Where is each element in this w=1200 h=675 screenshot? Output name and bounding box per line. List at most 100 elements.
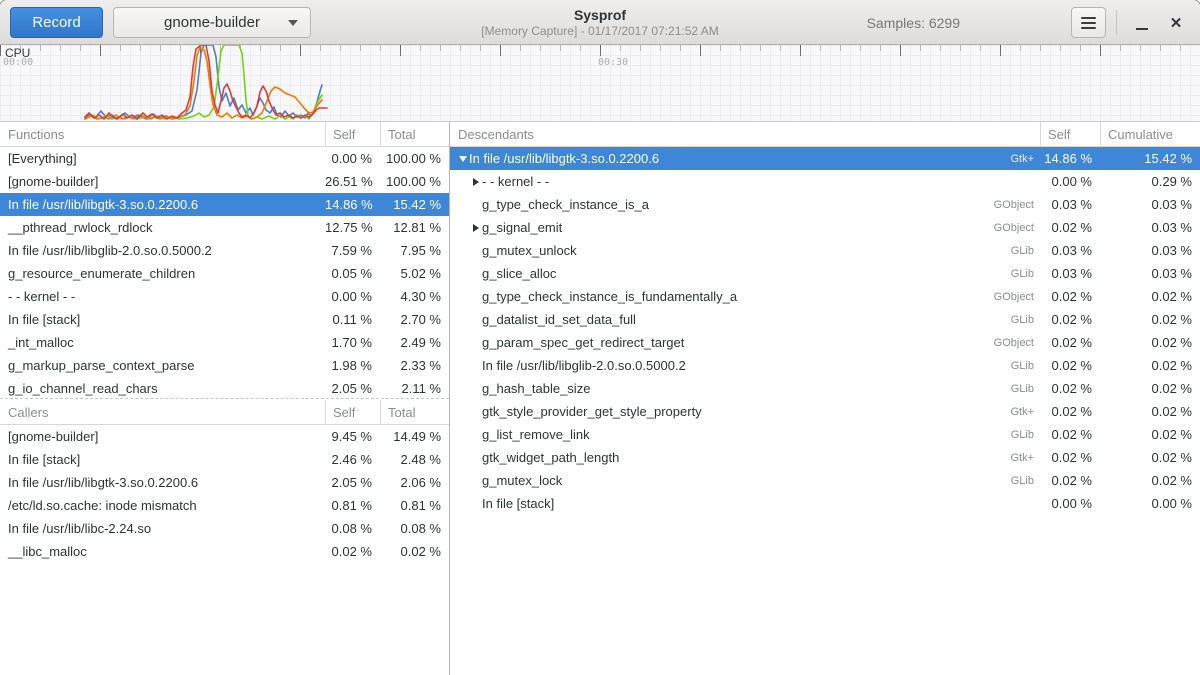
library-category-label: GLib — [1011, 360, 1034, 372]
total-value: 2.06 % — [380, 475, 449, 490]
total-column-header[interactable]: Total — [380, 122, 449, 146]
table-row[interactable]: [gnome-builder]9.45 %14.49 % — [0, 425, 449, 448]
tree-row[interactable]: g_mutex_unlockGLib0.03 %0.03 % — [450, 239, 1200, 262]
target-process-dropdown[interactable]: gnome-builder — [113, 7, 311, 38]
self-value: 2.46 % — [325, 452, 380, 467]
table-row[interactable]: In file /usr/lib/libglib-2.0.so.0.5000.2… — [0, 239, 449, 262]
close-icon: ✕ — [1170, 14, 1183, 32]
function-name-text: g_list_remove_link — [482, 427, 590, 442]
function-name: g_io_channel_read_chars — [0, 377, 325, 398]
tree-row[interactable]: gtk_style_provider_get_style_propertyGtk… — [450, 400, 1200, 423]
descendants-column-header[interactable]: Descendants — [450, 122, 1040, 146]
expander-spacer — [469, 244, 482, 257]
table-row[interactable]: In file /usr/lib/libgtk-3.so.0.2200.614.… — [0, 193, 449, 216]
tree-row[interactable]: g_mutex_lockGLib0.02 %0.02 % — [450, 469, 1200, 492]
cumulative-value: 0.03 % — [1100, 243, 1200, 258]
table-row[interactable]: In file [stack]0.11 %2.70 % — [0, 308, 449, 331]
library-category-label: Gtk+ — [1010, 452, 1034, 464]
table-row[interactable]: In file [stack]2.46 %2.48 % — [0, 448, 449, 471]
function-name-text: g_param_spec_get_redirect_target — [482, 335, 684, 350]
total-value: 4.30 % — [380, 289, 449, 304]
expander-spacer — [469, 267, 482, 280]
tree-row[interactable]: g_datalist_id_set_data_fullGLib0.02 %0.0… — [450, 308, 1200, 331]
self-value: 2.05 % — [325, 475, 380, 490]
function-name-text: g_hash_table_size — [482, 381, 590, 396]
table-row[interactable]: - - kernel - -0.00 %4.30 % — [0, 285, 449, 308]
tree-row[interactable]: g_signal_emitGObject0.02 %0.03 % — [450, 216, 1200, 239]
tree-row[interactable]: g_hash_table_sizeGLib0.02 %0.02 % — [450, 377, 1200, 400]
self-value: 1.98 % — [325, 358, 380, 373]
library-category-label: Gtk+ — [1010, 153, 1034, 165]
table-row[interactable]: g_markup_parse_context_parse1.98 %2.33 % — [0, 354, 449, 377]
tree-row[interactable]: g_type_check_instance_is_fundamentally_a… — [450, 285, 1200, 308]
table-row[interactable]: g_io_channel_read_chars2.05 %2.11 % — [0, 377, 449, 398]
expander[interactable] — [456, 152, 469, 165]
descendants-table-header: Descendants Self Cumulative — [450, 122, 1200, 147]
function-name: g_list_remove_linkGLib — [450, 423, 1040, 446]
tree-row[interactable]: g_param_spec_get_redirect_targetGObject0… — [450, 331, 1200, 354]
expander-spacer — [469, 336, 482, 349]
function-name: /etc/ld.so.cache: inode mismatch — [0, 494, 325, 517]
expander-spacer — [469, 497, 482, 510]
self-value: 0.00 % — [1040, 496, 1100, 511]
tree-row[interactable]: g_type_check_instance_is_aGObject0.03 %0… — [450, 193, 1200, 216]
function-name: In file /usr/lib/libc-2.24.so — [0, 517, 325, 540]
function-name: [gnome-builder] — [0, 425, 325, 448]
total-column-header[interactable]: Total — [380, 400, 449, 424]
cumulative-value: 0.02 % — [1100, 335, 1200, 350]
self-value: 0.03 % — [1040, 266, 1100, 281]
total-value: 5.02 % — [380, 266, 449, 281]
total-value: 2.33 % — [380, 358, 449, 373]
function-name: g_signal_emitGObject — [450, 216, 1040, 239]
self-value: 0.02 % — [1040, 473, 1100, 488]
self-column-header[interactable]: Self — [325, 400, 380, 424]
table-row[interactable]: [gnome-builder]26.51 %100.00 % — [0, 170, 449, 193]
cpu-green-line — [85, 45, 322, 119]
tree-row[interactable]: gtk_widget_path_lengthGtk+0.02 %0.02 % — [450, 446, 1200, 469]
table-row[interactable]: __libc_malloc0.02 %0.02 % — [0, 540, 449, 563]
function-name: In file /usr/lib/libgtk-3.so.0.2200.6 — [0, 193, 325, 216]
callers-column-header[interactable]: Callers — [0, 400, 325, 424]
table-row[interactable]: __pthread_rwlock_rdlock12.75 %12.81 % — [0, 216, 449, 239]
tree-row[interactable]: In file /usr/lib/libglib-2.0.so.0.5000.2… — [450, 354, 1200, 377]
expander-spacer — [469, 382, 482, 395]
expander-closed-icon — [473, 178, 479, 186]
callers-rows: [gnome-builder]9.45 %14.49 %In file [sta… — [0, 425, 449, 563]
record-button[interactable]: Record — [10, 7, 103, 38]
total-value: 2.11 % — [380, 381, 449, 396]
expander[interactable] — [469, 175, 482, 188]
table-row[interactable]: g_resource_enumerate_children0.05 %5.02 … — [0, 262, 449, 285]
tree-row[interactable]: In file [stack]0.00 %0.00 % — [450, 492, 1200, 515]
menu-button[interactable] — [1071, 7, 1106, 38]
table-row[interactable]: _int_malloc1.70 %2.49 % — [0, 331, 449, 354]
function-name: [gnome-builder] — [0, 170, 325, 193]
function-name-text: g_mutex_unlock — [482, 243, 577, 258]
expander[interactable] — [469, 221, 482, 234]
library-category-label: GLib — [1011, 383, 1034, 395]
self-column-header[interactable]: Self — [325, 122, 380, 146]
descendants-table: Descendants Self Cumulative In file /usr… — [450, 122, 1200, 515]
tree-row[interactable]: g_list_remove_linkGLib0.02 %0.02 % — [450, 423, 1200, 446]
close-button[interactable]: ✕ — [1164, 11, 1188, 35]
self-column-header[interactable]: Self — [1040, 122, 1100, 146]
table-row[interactable]: /etc/ld.so.cache: inode mismatch0.81 %0.… — [0, 494, 449, 517]
descendants-rows: In file /usr/lib/libgtk-3.so.0.2200.6Gtk… — [450, 147, 1200, 515]
library-category-label: GObject — [994, 222, 1034, 234]
table-row[interactable]: [Everything]0.00 %100.00 % — [0, 147, 449, 170]
self-value: 0.08 % — [325, 521, 380, 536]
self-value: 14.86 % — [1040, 151, 1100, 166]
tree-row[interactable]: g_slice_allocGLib0.03 %0.03 % — [450, 262, 1200, 285]
table-row[interactable]: In file /usr/lib/libgtk-3.so.0.2200.62.0… — [0, 471, 449, 494]
functions-column-header[interactable]: Functions — [0, 122, 325, 146]
minimize-button[interactable] — [1130, 11, 1154, 35]
tree-row[interactable]: In file /usr/lib/libgtk-3.so.0.2200.6Gtk… — [450, 147, 1200, 170]
expander-spacer — [469, 405, 482, 418]
self-value: 0.02 % — [1040, 358, 1100, 373]
callers-table-header: Callers Self Total — [0, 400, 449, 425]
self-value: 0.02 % — [1040, 312, 1100, 327]
function-name: __libc_malloc — [0, 540, 325, 563]
self-value: 0.03 % — [1040, 243, 1100, 258]
cumulative-column-header[interactable]: Cumulative — [1100, 122, 1200, 146]
table-row[interactable]: In file /usr/lib/libc-2.24.so0.08 %0.08 … — [0, 517, 449, 540]
tree-row[interactable]: - - kernel - -0.00 %0.29 % — [450, 170, 1200, 193]
